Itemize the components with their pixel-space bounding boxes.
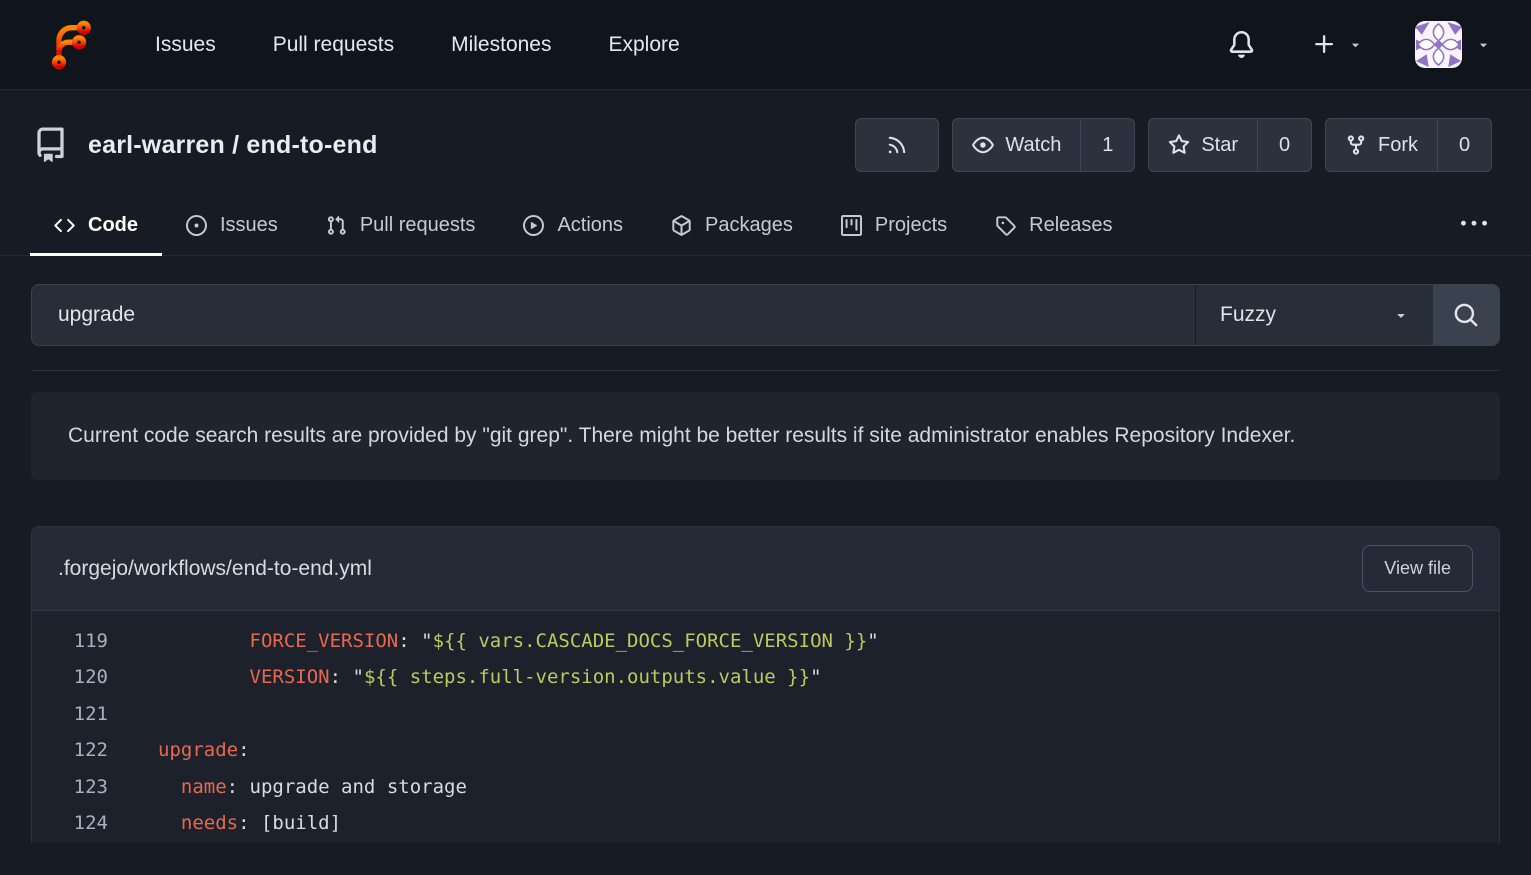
repo-book-icon — [33, 126, 68, 164]
code-snippet: 119 FORCE_VERSION: "${{ vars.CASCADE_DOC… — [32, 611, 1499, 843]
rss-icon — [886, 134, 908, 156]
tab-releases[interactable]: Releases — [971, 198, 1136, 256]
play-icon — [523, 215, 544, 236]
eye-icon — [972, 134, 994, 156]
search-input[interactable] — [32, 285, 1195, 345]
code-line: 119 FORCE_VERSION: "${{ vars.CASCADE_DOC… — [32, 623, 1499, 659]
result-file-path[interactable]: .forgejo/workflows/end-to-end.yml — [58, 557, 372, 581]
code-line: 124 needs: [build] — [32, 805, 1499, 841]
tab-issues[interactable]: Issues — [162, 198, 302, 256]
star-count[interactable]: 0 — [1257, 119, 1311, 171]
repo-title: earl-warren / end-to-end — [33, 126, 378, 164]
nav-link-milestones[interactable]: Milestones — [451, 33, 551, 57]
tab-projects[interactable]: Projects — [817, 198, 971, 256]
chevron-down-icon — [1393, 307, 1409, 323]
fork-button[interactable]: Fork 0 — [1325, 118, 1492, 172]
nav-right — [1228, 21, 1491, 68]
tab-label: Actions — [557, 214, 623, 237]
watch-button-main[interactable]: Watch — [953, 119, 1080, 171]
chevron-down-icon — [1476, 37, 1491, 52]
tab-actions[interactable]: Actions — [499, 198, 647, 256]
fork-count[interactable]: 0 — [1437, 119, 1491, 171]
search-mode-dropdown[interactable]: Fuzzy — [1195, 285, 1433, 345]
star-button-main[interactable]: Star — [1149, 119, 1257, 171]
code-text: needs: [build] — [158, 805, 341, 841]
code-text: VERSION: "${{ steps.full-version.outputs… — [158, 659, 822, 695]
more-tabs-kebab-icon[interactable] — [1447, 211, 1501, 255]
chevron-down-icon — [1348, 37, 1363, 52]
main-nav-links: Issues Pull requests Milestones Explore — [155, 33, 737, 57]
tab-pull-requests[interactable]: Pull requests — [302, 198, 500, 256]
nav-link-pull-requests[interactable]: Pull requests — [273, 33, 394, 57]
tab-label: Packages — [705, 214, 793, 237]
search-bar: Fuzzy — [31, 284, 1500, 346]
code-line: 120 VERSION: "${{ steps.full-version.out… — [32, 659, 1499, 695]
search-button[interactable] — [1433, 285, 1499, 345]
tab-packages[interactable]: Packages — [647, 198, 817, 256]
user-menu[interactable] — [1415, 21, 1491, 68]
nav-link-explore[interactable]: Explore — [609, 33, 680, 57]
line-number[interactable]: 123 — [32, 769, 108, 805]
package-icon — [671, 215, 692, 236]
watch-button[interactable]: Watch 1 — [952, 118, 1135, 172]
code-text: FORCE_VERSION: "${{ vars.CASCADE_DOCS_FO… — [158, 623, 879, 659]
code-icon — [54, 215, 75, 236]
project-icon — [841, 215, 862, 236]
forgejo-logo-icon[interactable] — [45, 16, 101, 74]
notifications-bell-icon[interactable] — [1228, 31, 1255, 58]
repo-header: earl-warren / end-to-end Watch1Star0Fork… — [0, 90, 1531, 172]
code-text: upgrade: — [158, 732, 250, 768]
divider — [31, 370, 1500, 371]
code-line: 123 name: upgrade and storage — [32, 769, 1499, 805]
search-notice: Current code search results are provided… — [31, 392, 1500, 480]
tab-code[interactable]: Code — [30, 198, 162, 256]
repo-tabs: Code Issues Pull requests Actions Packages Pr… — [0, 198, 1531, 256]
tab-label: Issues — [220, 214, 278, 237]
fork-label: Fork — [1378, 134, 1418, 157]
star-label: Star — [1201, 134, 1238, 157]
tab-label: Pull requests — [360, 214, 476, 237]
fork-icon — [1345, 134, 1367, 156]
create-new-menu[interactable] — [1312, 32, 1363, 57]
tab-label: Releases — [1029, 214, 1112, 237]
code-line: 121 — [32, 696, 1499, 732]
result-file-header: .forgejo/workflows/end-to-end.yml View f… — [32, 527, 1499, 611]
nav-link-issues[interactable]: Issues — [155, 33, 216, 57]
watch-label: Watch — [1005, 134, 1061, 157]
rss-button-main[interactable] — [856, 119, 938, 171]
avatar — [1415, 21, 1462, 68]
tab-label: Code — [88, 214, 138, 237]
search-mode-label: Fuzzy — [1220, 303, 1276, 327]
line-number[interactable]: 120 — [32, 659, 108, 695]
line-number[interactable]: 119 — [32, 623, 108, 659]
code-search-section: Fuzzy — [0, 256, 1531, 346]
repo-actions: Watch 1 Star 0 Fork 0 — [855, 118, 1492, 172]
issue-icon — [186, 215, 207, 236]
rss-button[interactable] — [855, 118, 939, 172]
star-button[interactable]: Star 0 — [1148, 118, 1312, 172]
line-number[interactable]: 121 — [32, 696, 108, 732]
code-text: name: upgrade and storage — [158, 769, 467, 805]
tag-icon — [995, 215, 1016, 236]
fork-button-main[interactable]: Fork — [1326, 119, 1437, 171]
line-number[interactable]: 122 — [32, 732, 108, 768]
search-result-card: .forgejo/workflows/end-to-end.yml View f… — [31, 526, 1500, 843]
plus-icon — [1312, 32, 1337, 57]
top-navigation: Issues Pull requests Milestones Explore — [0, 0, 1531, 90]
pull-request-icon — [326, 215, 347, 236]
repo-name[interactable]: earl-warren / end-to-end — [88, 131, 378, 160]
view-file-button[interactable]: View file — [1362, 545, 1473, 592]
watch-count[interactable]: 1 — [1080, 119, 1134, 171]
star-icon — [1168, 134, 1190, 156]
line-number[interactable]: 124 — [32, 805, 108, 841]
code-line: 122 upgrade: — [32, 732, 1499, 768]
search-icon — [1453, 302, 1479, 328]
tab-label: Projects — [875, 214, 947, 237]
